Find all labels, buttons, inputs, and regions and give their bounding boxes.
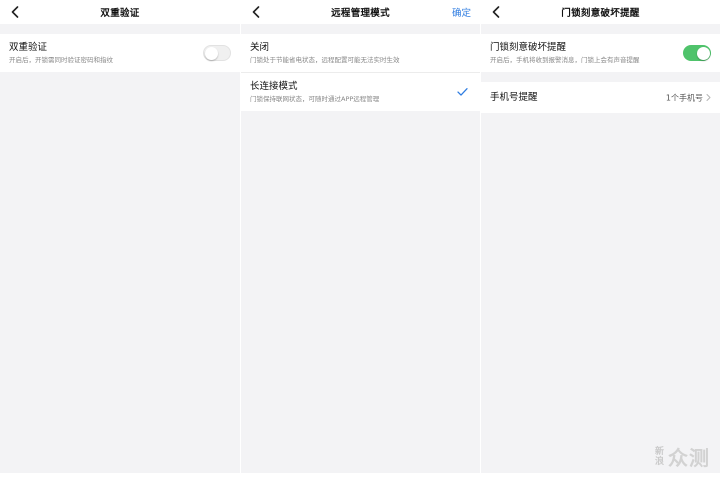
option-subtitle: 门锁保持联网状态，可随时通过APP远程管理 xyxy=(250,95,380,103)
page-title: 远程管理模式 xyxy=(331,8,390,19)
phone-count[interactable]: 1个手机号 xyxy=(666,92,711,103)
watermark: 新 浪 众测 xyxy=(655,442,710,471)
watermark-char: 新 xyxy=(654,446,664,457)
checkmark-icon xyxy=(457,88,468,96)
row-subtitle: 开启后，开锁需同时验证密码和指纹 xyxy=(9,56,113,64)
dual-verification-toggle[interactable] xyxy=(203,45,231,61)
page-title: 双重验证 xyxy=(100,8,140,19)
chevron-left-icon xyxy=(11,6,19,18)
navbar: 远程管理模式 确定 xyxy=(241,0,480,24)
panel-tamper-alert: 门锁刻意破坏提醒 门锁刻意破坏提醒 开启后，手机将收到报警消息，门锁上会有声音提… xyxy=(480,0,720,479)
watermark-main: 众测 xyxy=(668,446,710,470)
bottom-bar xyxy=(241,473,480,479)
panel-dual-verification: 双重验证 双重验证 开启后，开锁需同时验证密码和指纹 xyxy=(0,0,240,479)
toggle-knob xyxy=(205,46,218,60)
chevron-right-icon xyxy=(706,94,711,101)
option-title: 关闭 xyxy=(250,42,270,53)
back-button[interactable] xyxy=(8,4,22,20)
option-subtitle: 门锁处于节能省电状态，远程配置可能无法实时生效 xyxy=(250,56,400,64)
row-title: 双重验证 xyxy=(9,42,48,53)
back-button[interactable] xyxy=(249,4,263,20)
phone-alert-row[interactable]: 手机号提醒 1个手机号 xyxy=(481,82,720,113)
panel-remote-management: 远程管理模式 确定 关闭 门锁处于节能省电状态，远程配置可能无法实时生效 长连接… xyxy=(240,0,480,479)
option-off[interactable]: 关闭 门锁处于节能省电状态，远程配置可能无法实时生效 xyxy=(241,34,480,73)
confirm-button[interactable]: 确定 xyxy=(452,5,471,19)
row-subtitle: 开启后，手机将收到报警消息，门锁上会有声音提醒 xyxy=(490,56,640,64)
watermark-vertical: 新 浪 xyxy=(655,447,664,467)
chevron-left-icon xyxy=(492,6,500,18)
back-button[interactable] xyxy=(489,4,503,20)
toggle-knob xyxy=(696,46,710,60)
option-title: 长连接模式 xyxy=(250,81,298,92)
tamper-alert-row: 门锁刻意破坏提醒 开启后，手机将收到报警消息，门锁上会有声音提醒 xyxy=(481,34,720,72)
screens-container: 双重验证 双重验证 开启后，开锁需同时验证密码和指纹 远程管理模式 确定 关闭 … xyxy=(0,0,720,479)
chevron-left-icon xyxy=(252,6,260,18)
bottom-bar xyxy=(0,473,240,479)
tamper-alert-toggle[interactable] xyxy=(683,45,711,61)
bottom-bar xyxy=(481,473,720,479)
phone-count-value: 1个手机号 xyxy=(665,93,703,102)
watermark-char: 浪 xyxy=(654,456,664,467)
navbar: 双重验证 xyxy=(0,0,240,24)
dual-verification-row: 双重验证 开启后，开锁需同时验证密码和指纹 xyxy=(0,34,240,72)
navbar: 门锁刻意破坏提醒 xyxy=(481,0,720,24)
page-title: 门锁刻意破坏提醒 xyxy=(561,8,640,19)
row-title: 门锁刻意破坏提醒 xyxy=(490,42,567,53)
option-long-connection[interactable]: 长连接模式 门锁保持联网状态，可随时通过APP远程管理 xyxy=(241,73,480,111)
